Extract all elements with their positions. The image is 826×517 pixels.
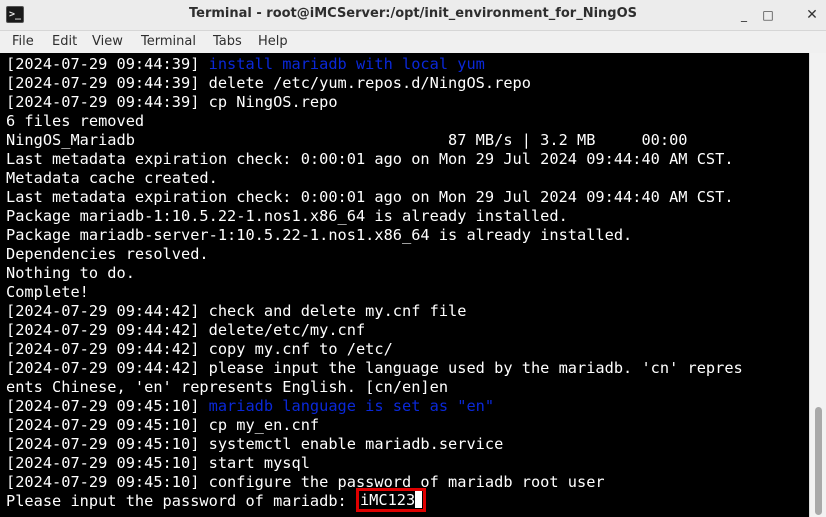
timestamp-prefix: [2024-07-29 09:44:42] — [6, 302, 209, 320]
line-text: systemctl enable mariadb.service — [208, 435, 504, 453]
text-cursor — [415, 491, 423, 508]
timestamp-prefix: [2024-07-29 09:44:42] — [6, 321, 209, 339]
terminal-line: [2024-07-29 09:44:39] delete /etc/yum.re… — [6, 74, 531, 93]
line-text: please input the language used by the ma… — [208, 359, 743, 377]
menu-edit[interactable]: Edit — [52, 33, 77, 51]
terminal-line: [2024-07-29 09:45:10] cp my_en.cnf — [6, 416, 319, 435]
line-text: copy my.cnf to /etc/ — [208, 340, 393, 358]
line-text: cp NingOS.repo — [208, 93, 338, 111]
terminal-line: Package mariadb-server-1:10.5.22-1.nos1.… — [6, 226, 632, 245]
terminal-output[interactable]: [2024-07-29 09:44:39] install mariadb wi… — [0, 53, 809, 517]
scrollbar-thumb[interactable] — [815, 407, 822, 515]
terminal-line: Complete! — [6, 283, 89, 302]
line-text: ents Chinese, 'en' represents English. [… — [6, 378, 449, 396]
menu-help[interactable]: Help — [258, 33, 288, 51]
highlighted-message: mariadb language is set as "en" — [208, 397, 495, 415]
terminal-line: Package mariadb-1:10.5.22-1.nos1.x86_64 … — [6, 207, 568, 226]
terminal-line: NingOS_Mariadb 87 MB/s | 3.2 MB 00:00 — [6, 131, 688, 150]
menu-tabs[interactable]: Tabs — [213, 33, 242, 51]
terminal-line: [2024-07-29 09:44:42] check and delete m… — [6, 302, 466, 321]
terminal-line: [2024-07-29 09:44:42] delete/etc/my.cnf — [6, 321, 365, 340]
password-input-highlight[interactable]: iMC123 — [355, 488, 427, 512]
terminal-line: [2024-07-29 09:44:42] copy my.cnf to /et… — [6, 340, 393, 359]
terminal-line: [2024-07-29 09:44:42] please input the l… — [6, 359, 743, 378]
line-text: Last metadata expiration check: 0:00:01 … — [6, 188, 734, 206]
line-text: Package mariadb-server-1:10.5.22-1.nos1.… — [6, 226, 633, 244]
menu-view[interactable]: View — [92, 33, 123, 51]
line-text: delete /etc/yum.repos.d/NingOS.repo — [208, 74, 531, 92]
timestamp-prefix: [2024-07-29 09:44:39] — [6, 93, 209, 111]
terminal-line: [2024-07-29 09:45:10] start mysql — [6, 454, 310, 473]
terminal-line: Dependencies resolved. — [6, 245, 209, 264]
terminal-line: [2024-07-29 09:44:39] install mariadb wi… — [6, 55, 485, 74]
line-text: Metadata cache created. — [6, 169, 218, 187]
vertical-scrollbar[interactable] — [809, 53, 826, 517]
line-text: Complete! — [6, 283, 89, 301]
close-icon[interactable]: ✕ — [803, 6, 821, 24]
line-text: Nothing to do. — [6, 264, 135, 282]
terminal-line: ents Chinese, 'en' represents English. [… — [6, 378, 448, 397]
password-prompt-label: Please input the password of mariadb: — [6, 492, 356, 510]
menu-file[interactable]: File — [12, 33, 34, 51]
menu-bar: File Edit View Terminal Tabs Help — [0, 31, 826, 53]
line-text: Dependencies resolved. — [6, 245, 209, 263]
timestamp-prefix: [2024-07-29 09:44:42] — [6, 340, 209, 358]
terminal-line: Last metadata expiration check: 0:00:01 … — [6, 150, 734, 169]
line-text: cp my_en.cnf — [208, 416, 320, 434]
title-bar[interactable]: >_ Terminal - root@iMCServer:/opt/init_e… — [0, 0, 826, 31]
line-text: delete/etc/my.cnf — [208, 321, 366, 339]
timestamp-prefix: [2024-07-29 09:44:39] — [6, 74, 209, 92]
line-text: check and delete my.cnf file — [208, 302, 467, 320]
window-title: Terminal - root@iMCServer:/opt/init_envi… — [188, 6, 638, 21]
timestamp-prefix: [2024-07-29 09:45:10] — [6, 416, 209, 434]
password-input-value[interactable]: iMC123 — [360, 491, 415, 509]
minimize-icon[interactable]: _ — [735, 6, 753, 24]
line-text: 6 files removed — [6, 112, 145, 130]
timestamp-prefix: [2024-07-29 09:45:10] — [6, 454, 209, 472]
maximize-icon[interactable]: □ — [759, 6, 777, 24]
timestamp-prefix: [2024-07-29 09:44:42] — [6, 359, 209, 377]
timestamp-prefix: [2024-07-29 09:45:10] — [6, 397, 209, 415]
terminal-line: Nothing to do. — [6, 264, 135, 283]
terminal-line: [2024-07-29 09:44:39] cp NingOS.repo — [6, 93, 338, 112]
line-text: Last metadata expiration check: 0:00:01 … — [6, 150, 734, 168]
timestamp-prefix: [2024-07-29 09:45:10] — [6, 473, 209, 491]
line-text: NingOS_Mariadb 87 MB/s | 3.2 MB 00:00 — [6, 131, 688, 149]
line-text: start mysql — [208, 454, 310, 472]
menu-terminal[interactable]: Terminal — [141, 33, 196, 51]
terminal-line: [2024-07-29 09:45:10] systemctl enable m… — [6, 435, 503, 454]
terminal-line: [2024-07-29 09:45:10] configure the pass… — [6, 473, 605, 492]
terminal-line: Metadata cache created. — [6, 169, 218, 188]
highlighted-message: install mariadb with local yum — [208, 55, 485, 73]
line-text: Package mariadb-1:10.5.22-1.nos1.x86_64 … — [6, 207, 568, 225]
password-prompt-line[interactable]: Please input the password of mariadb: iM… — [6, 488, 427, 512]
timestamp-prefix: [2024-07-29 09:45:10] — [6, 435, 209, 453]
timestamp-prefix: [2024-07-29 09:44:39] — [6, 55, 209, 73]
terminal-line: [2024-07-29 09:45:10] mariadb language i… — [6, 397, 494, 416]
terminal-line: Last metadata expiration check: 0:00:01 … — [6, 188, 734, 207]
terminal-line: 6 files removed — [6, 112, 144, 131]
